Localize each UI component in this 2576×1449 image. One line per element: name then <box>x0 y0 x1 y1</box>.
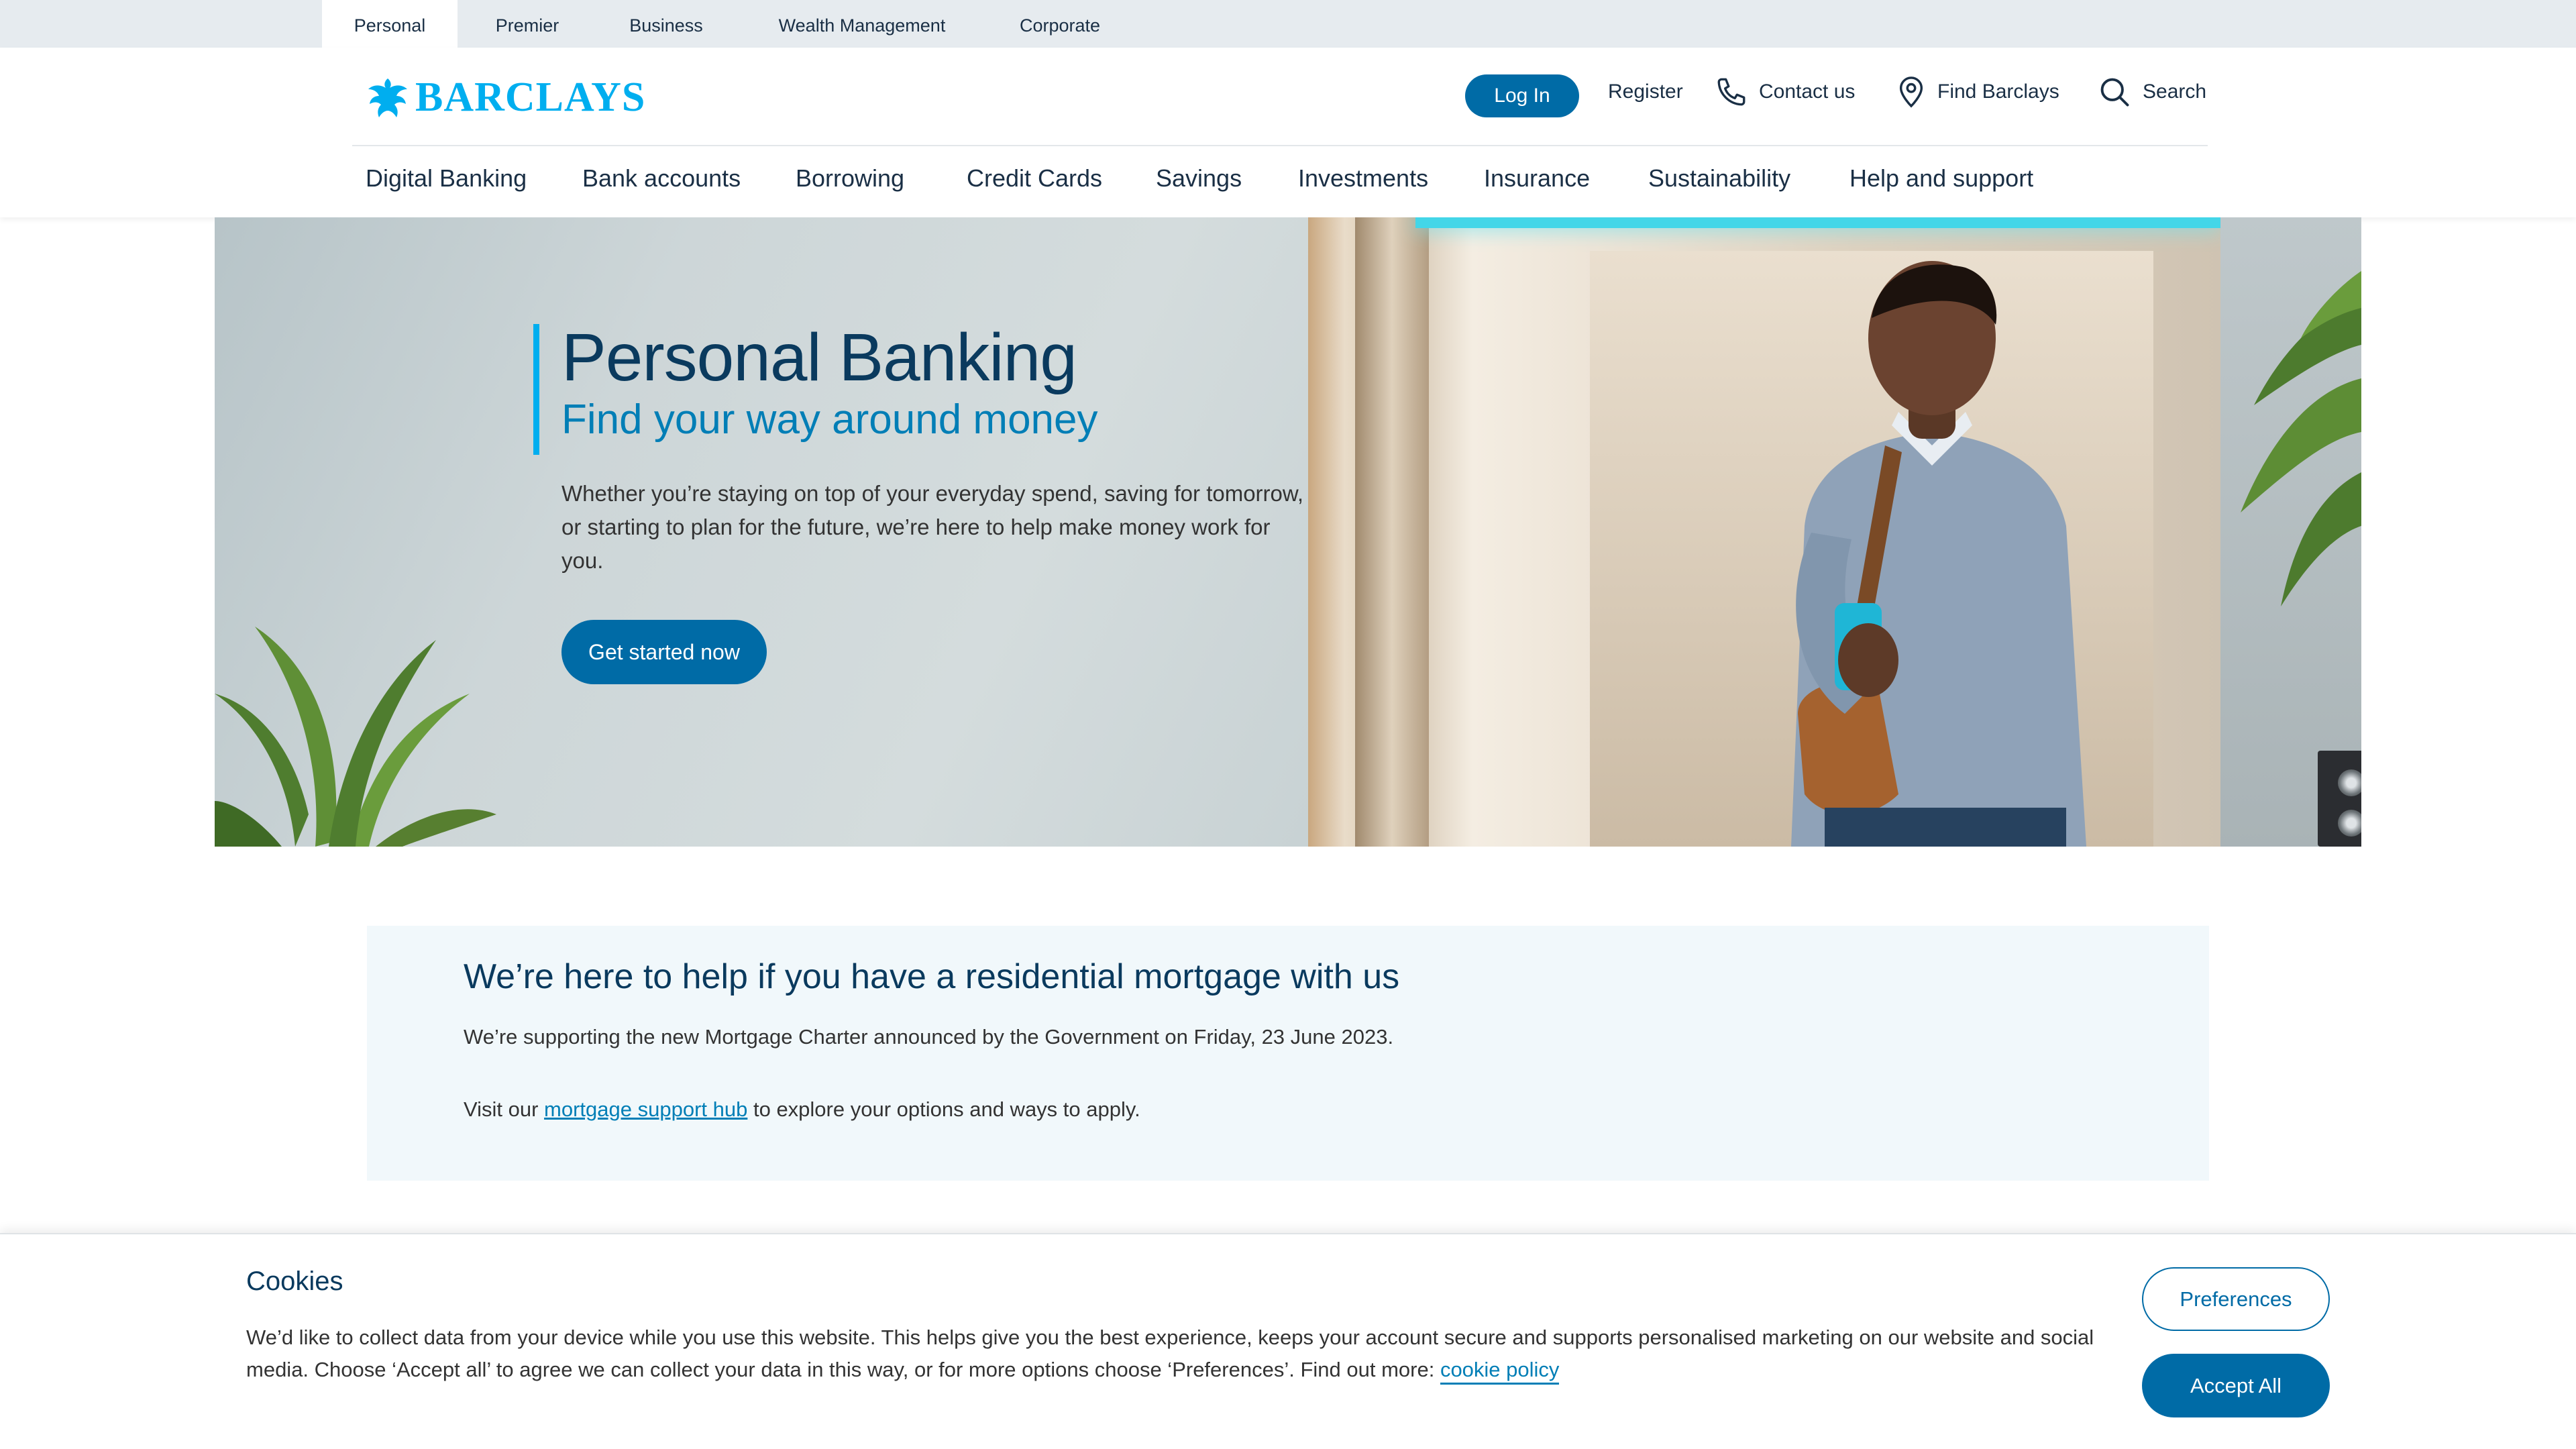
search-icon <box>2100 78 2129 107</box>
nav-credit-cards[interactable]: Credit Cards <box>967 164 1102 193</box>
logo-wordmark: BARCLAYS <box>415 74 646 120</box>
search-label: Search <box>2143 80 2207 103</box>
elevator-light <box>1415 217 2220 228</box>
mortgage-notice: We’re here to help if you have a residen… <box>367 926 2209 1181</box>
segment-bar: Personal Premier Business Wealth Managem… <box>0 0 2576 48</box>
get-started-button[interactable]: Get started now <box>561 620 767 684</box>
notice-line-2-suffix: to explore your options and ways to appl… <box>747 1097 1140 1121</box>
header-divider <box>352 145 2208 146</box>
segment-tab-business[interactable]: Business <box>616 0 716 48</box>
notice-line-1: We’re supporting the new Mortgage Charte… <box>464 1025 1394 1049</box>
elevator-call-panel <box>2318 751 2361 847</box>
cookie-banner: Cookies We’d like to collect data from y… <box>0 1233 2576 1449</box>
preferences-button[interactable]: Preferences <box>2142 1267 2330 1331</box>
plant-right-image <box>2241 271 2361 606</box>
find-barclays-label: Find Barclays <box>1937 80 2059 103</box>
register-link[interactable]: Register <box>1608 75 1683 109</box>
notice-line-2-prefix: Visit our <box>464 1097 545 1121</box>
segment-tab-corporate[interactable]: Corporate <box>1006 0 1114 48</box>
nav-insurance[interactable]: Insurance <box>1484 164 1590 193</box>
eagle-icon <box>368 78 407 117</box>
nav-savings[interactable]: Savings <box>1156 164 1242 193</box>
notice-line-2: Visit our mortgage support hub to explor… <box>464 1097 1140 1122</box>
nav-help-and-support[interactable]: Help and support <box>1849 164 2033 193</box>
segment-tab-premier[interactable]: Premier <box>476 0 578 48</box>
hero-banner: Personal Banking Find your way around mo… <box>215 217 2361 847</box>
nav-digital-banking[interactable]: Digital Banking <box>366 164 527 193</box>
hero-body-text: Whether you’re staying on top of your ev… <box>561 481 1304 573</box>
plant-left-image <box>215 627 496 847</box>
find-barclays-link[interactable]: Find Barclays <box>1896 75 2059 109</box>
barclays-logo[interactable]: BARCLAYS <box>367 74 645 121</box>
login-button[interactable]: Log In <box>1465 74 1579 117</box>
search-link[interactable]: Search <box>2097 75 2206 109</box>
nav-bank-accounts[interactable]: Bank accounts <box>582 164 741 193</box>
segment-tab-wealth-management[interactable]: Wealth Management <box>761 0 963 48</box>
contact-us-link[interactable]: Contact us <box>1715 75 1855 109</box>
nav-borrowing[interactable]: Borrowing <box>796 164 904 193</box>
hero-subtitle: Find your way around money <box>561 396 1098 443</box>
elevator-door <box>1355 217 1429 847</box>
register-label: Register <box>1608 80 1683 103</box>
cookie-body: We’d like to collect data from your devi… <box>246 1326 2094 1381</box>
nav-sustainability[interactable]: Sustainability <box>1648 164 1790 193</box>
cookie-policy-link[interactable]: cookie policy <box>1440 1358 1560 1385</box>
location-pin-icon <box>1899 76 1923 108</box>
site-header: BARCLAYS Log In Register Contact us Find… <box>0 48 2576 217</box>
hero-title: Personal Banking <box>561 320 1077 395</box>
cookie-text: We’d like to collect data from your devi… <box>246 1322 2111 1386</box>
mortgage-support-hub-link[interactable]: mortgage support hub <box>544 1097 747 1121</box>
nav-investments[interactable]: Investments <box>1298 164 1428 193</box>
person-with-phone-image <box>1791 261 2086 847</box>
hero-accent-bar <box>533 324 539 455</box>
segment-tab-personal[interactable]: Personal <box>322 0 458 48</box>
phone-icon <box>1717 78 1746 106</box>
notice-heading: We’re here to help if you have a residen… <box>464 957 1400 996</box>
accept-all-button[interactable]: Accept All <box>2142 1354 2330 1417</box>
cookie-title: Cookies <box>246 1267 343 1296</box>
contact-us-label: Contact us <box>1759 80 1856 103</box>
